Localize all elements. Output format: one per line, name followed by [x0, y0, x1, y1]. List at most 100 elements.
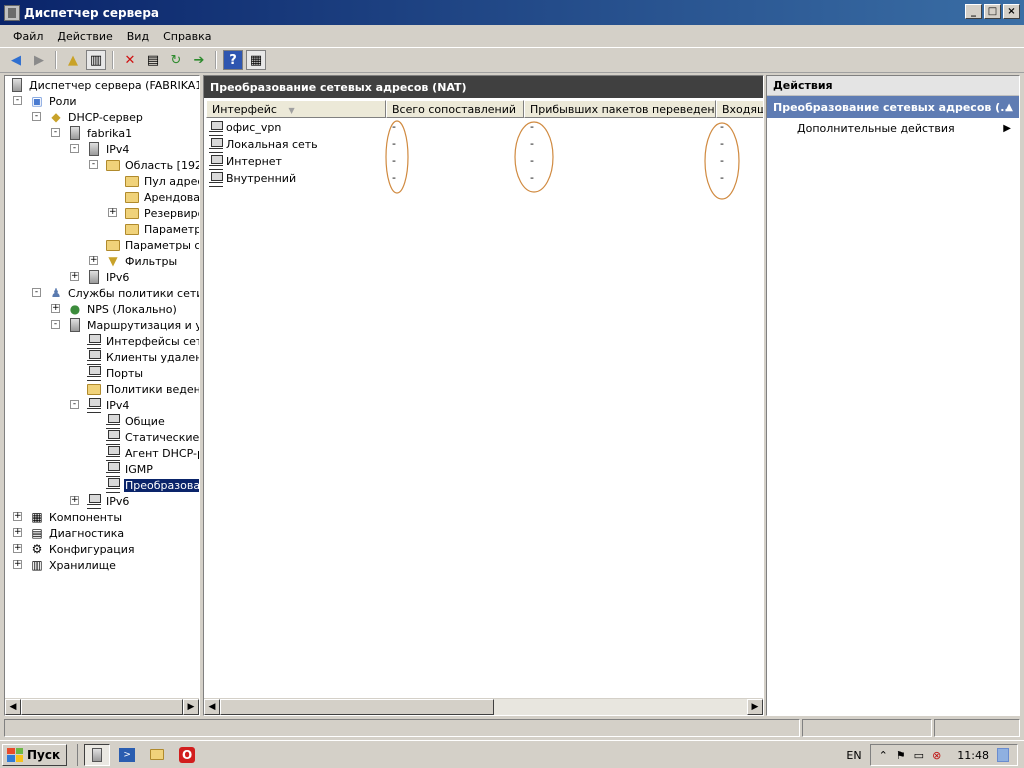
tree-item[interactable]: Агент DHCP-ре [105, 445, 199, 461]
scroll-right-icon[interactable]: ▶ [747, 699, 763, 715]
tree-item[interactable]: + ▦ Компоненты [13, 509, 123, 525]
column-incoming[interactable]: Входящ [716, 100, 763, 118]
expand-icon[interactable]: + [13, 512, 22, 521]
show-hide-tree-icon[interactable]: ▥ [86, 50, 106, 70]
expand-icon[interactable]: + [108, 208, 117, 217]
opera-icon[interactable]: O [174, 744, 200, 766]
powershell-icon[interactable]: > [114, 744, 140, 766]
tree-item[interactable]: + IPv6 [70, 269, 130, 285]
table-row[interactable]: Локальная сеть [208, 136, 318, 153]
tree-item[interactable]: - Маршрутизация и уда [51, 317, 199, 333]
collapse-icon[interactable]: - [70, 400, 79, 409]
tree-item[interactable]: - Область [192. [89, 157, 199, 173]
menu-file[interactable]: Файл [6, 30, 50, 43]
tree-item[interactable]: Параметры [124, 221, 199, 237]
tree-item[interactable]: + IPv6 [70, 493, 130, 509]
more-actions-item[interactable]: Дополнительные действия ▶ [767, 118, 1019, 138]
tree-item-label: Порты [106, 366, 144, 380]
clock[interactable]: 11:48 [957, 749, 989, 762]
tree-item[interactable]: + ▼ Фильтры [89, 253, 178, 269]
tree-item[interactable]: IGMP [105, 461, 154, 477]
scroll-left-icon[interactable]: ◀ [5, 699, 21, 715]
tree-horizontal-scrollbar[interactable]: ◀ ▶ [5, 698, 199, 715]
collapse-icon[interactable]: - [51, 320, 60, 329]
scroll-right-icon[interactable]: ▶ [183, 699, 199, 715]
collapse-icon[interactable]: - [70, 144, 79, 153]
minimize-button[interactable]: _ [965, 4, 982, 19]
up-folder-icon[interactable]: ▲ [63, 50, 83, 70]
scroll-thumb[interactable] [21, 699, 183, 715]
tree-item[interactable]: + ▤ Диагностика [13, 525, 125, 541]
maximize-button[interactable]: □ [984, 4, 1001, 19]
tree-item[interactable]: + Резервиро [108, 205, 199, 221]
expand-icon[interactable]: + [70, 496, 79, 505]
column-total-mappings[interactable]: Всего сопоставлений [386, 100, 524, 118]
collapse-icon[interactable]: - [89, 160, 98, 169]
tree-item[interactable]: + ● NPS (Локально) [51, 301, 178, 317]
collapse-icon[interactable]: - [32, 112, 41, 121]
expand-icon[interactable]: + [13, 544, 22, 553]
tree-item[interactable]: - ◆ DHCP-сервер [32, 109, 144, 125]
collapse-icon[interactable]: - [51, 128, 60, 137]
network-status-icon[interactable]: ⊗ [932, 749, 941, 762]
lan-interface-icon [208, 137, 224, 153]
explorer-icon[interactable] [144, 744, 170, 766]
display-icon[interactable]: ▭ [914, 749, 924, 762]
forward-icon[interactable]: ▶ [29, 50, 49, 70]
tree-item[interactable]: Клиенты удаленн [86, 349, 199, 365]
refresh-icon[interactable]: ↻ [166, 50, 186, 70]
collapse-up-icon[interactable]: ▲ [1005, 102, 1013, 113]
column-interface[interactable]: Интерфейс ▼ [206, 100, 386, 118]
expand-icon[interactable]: + [70, 272, 79, 281]
tree-item[interactable]: - IPv4 [70, 141, 130, 157]
tree-item[interactable]: -♟ Службы политики сети и д [32, 285, 199, 301]
expand-icon[interactable]: + [13, 560, 22, 569]
expand-icon[interactable]: + [89, 256, 98, 265]
delete-icon[interactable]: ✕ [120, 50, 140, 70]
expand-icon[interactable]: + [13, 528, 22, 537]
flag-icon[interactable]: ⚑ [896, 749, 906, 762]
tree-item[interactable]: Преобразован [105, 477, 199, 493]
actions-section-nat[interactable]: Преобразование сетевых адресов (... ▲ [767, 96, 1019, 118]
tree-item[interactable]: Статические м [105, 429, 199, 445]
scroll-thumb[interactable] [220, 699, 494, 715]
tree-item[interactable]: - ▣ Роли [13, 93, 78, 109]
incoming-value: - [720, 171, 724, 184]
tree-item[interactable]: Арендован [124, 189, 199, 205]
help-icon[interactable]: ? [223, 50, 243, 70]
tree-item[interactable]: Параметры сер [105, 237, 199, 253]
menu-view[interactable]: Вид [120, 30, 156, 43]
language-indicator[interactable]: EN [846, 749, 861, 762]
server-manager-taskbar-icon[interactable] [84, 743, 111, 766]
menu-help[interactable]: Справка [156, 30, 218, 43]
tree-item[interactable]: - IPv4 [70, 397, 130, 413]
tree-item[interactable]: Политики ведения [86, 381, 199, 397]
close-button[interactable]: × [1003, 4, 1020, 19]
start-button[interactable]: Пуск [2, 743, 68, 766]
tree-item[interactable]: Интерфейсы сети [86, 333, 199, 349]
back-icon[interactable]: ◀ [6, 50, 26, 70]
show-hidden-icons-icon[interactable]: ⌃ [879, 749, 888, 762]
tree-item[interactable]: Порты [86, 365, 144, 381]
table-row[interactable]: Внутренний [208, 170, 296, 187]
results-horizontal-scrollbar[interactable]: ◀ ▶ [204, 698, 763, 715]
collapse-icon[interactable]: - [32, 288, 41, 297]
tree-item[interactable]: + ⚙ Конфигурация [13, 541, 136, 557]
show-hide-action-pane-icon[interactable]: ▦ [246, 50, 266, 70]
tree-item[interactable]: Пул адресо [124, 173, 199, 189]
tree-item[interactable]: Диспетчер сервера (FABRIKA1) [9, 77, 199, 93]
menu-action[interactable]: Действие [50, 30, 119, 43]
tree-item[interactable]: Общие [105, 413, 166, 429]
expand-icon[interactable]: + [51, 304, 60, 313]
table-row[interactable]: Интернет [208, 153, 282, 170]
export-icon[interactable]: ➔ [189, 50, 209, 70]
table-row[interactable]: офис_vpn [208, 119, 281, 136]
show-desktop-icon[interactable] [997, 748, 1009, 762]
collapse-icon[interactable]: - [13, 96, 22, 105]
column-inbound-packets[interactable]: Прибывших пакетов переведено [524, 100, 716, 118]
console-tree[interactable]: Диспетчер сервера (FABRIKA1) - ▣ Роли - ◆ DHCP… [4, 75, 200, 716]
properties-icon[interactable]: ▤ [143, 50, 163, 70]
tree-item[interactable]: - fabrika1 [51, 125, 133, 141]
scroll-left-icon[interactable]: ◀ [204, 699, 220, 715]
tree-item[interactable]: + ▥ Хранилище [13, 557, 117, 573]
